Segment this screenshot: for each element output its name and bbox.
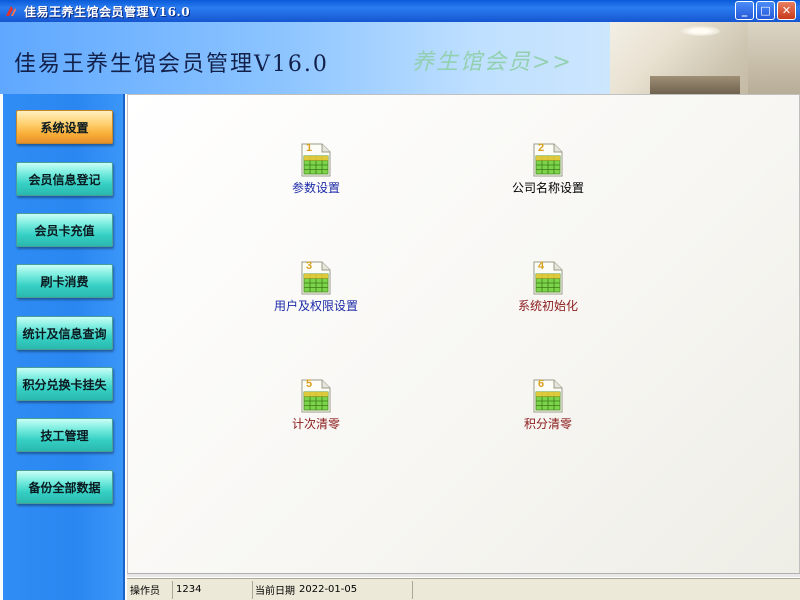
date-label: 当前日期 [255,586,295,597]
nav-member-register-button[interactable]: 会员信息登记 [16,162,113,196]
tile-number: 4 [538,260,545,272]
company-name-settings-tile[interactable]: 2 公司名称设置 [478,142,618,196]
nav-points-loss-button[interactable]: 积分兑换卡挂失 [16,367,113,401]
spreadsheet-icon: 4 [533,260,563,295]
user-permissions-settings-tile[interactable]: 3 用户及权限设置 [246,260,386,314]
tile-label: 公司名称设置 [511,181,584,195]
tile-label: 参数设置 [291,181,340,195]
points-reset-tile[interactable]: 6 积分清零 [478,378,618,432]
tile-number: 2 [538,142,545,154]
tile-label: 用户及权限设置 [273,299,358,313]
maximize-button[interactable]: □ [756,1,775,20]
system-initialize-tile[interactable]: 4 系统初始化 [478,260,618,314]
minimize-button[interactable]: _ [735,1,754,20]
close-button[interactable]: ✕ [777,1,796,20]
app-logo-icon [4,4,18,18]
tile-label: 系统初始化 [517,299,578,313]
operator-value: 1234 [173,580,253,599]
spa-room-photo [610,22,800,94]
tile-label: 积分清零 [523,417,572,431]
tile-number: 5 [306,378,313,390]
nav-card-consume-button[interactable]: 刷卡消费 [16,264,113,298]
nav-technician-button[interactable]: 技工管理 [16,418,113,452]
nav-statistics-query-button[interactable]: 统计及信息查询 [16,316,113,350]
status-bar: 操作员 1234 当前日期 2022-01-05 [127,578,800,600]
nav-card-recharge-button[interactable]: 会员卡充值 [16,213,113,247]
spreadsheet-icon: 2 [533,142,563,177]
banner-slogan: 养生馆会员>> [412,50,573,75]
count-reset-tile[interactable]: 5 计次清零 [246,378,386,432]
date-value: 2022-01-05 [299,584,358,595]
spreadsheet-icon: 5 [301,378,331,413]
header-banner: 佳易王养生馆会员管理V16.0 养生馆会员>> [0,22,800,94]
spreadsheet-icon: 3 [301,260,331,295]
operator-label: 操作员 [127,580,173,599]
tile-number: 1 [306,142,313,154]
title-bar: 佳易王养生馆会员管理V16.0 _ □ ✕ [0,0,800,22]
sidebar-nav: 系统设置 会员信息登记 会员卡充值 刷卡消费 统计及信息查询 积分兑换卡挂失 技… [3,94,125,600]
horizontal-scrollbar[interactable] [127,573,800,577]
spreadsheet-icon: 6 [533,378,563,413]
window-title: 佳易王养生馆会员管理V16.0 [24,4,191,19]
spreadsheet-icon: 1 [301,142,331,177]
main-panel: 1 参数设置 2 公司名称设置 3 用户及权限设置 4 系统初始化 5 计次清零 6 积分清零 [127,94,800,575]
tile-number: 3 [306,260,313,272]
tile-label: 计次清零 [291,417,340,431]
tile-number: 6 [538,378,545,390]
status-empty [413,581,800,599]
parameter-settings-tile[interactable]: 1 参数设置 [246,142,386,196]
app-title: 佳易王养生馆会员管理V16.0 [14,52,329,77]
nav-backup-data-button[interactable]: 备份全部数据 [16,470,113,504]
nav-system-settings-button[interactable]: 系统设置 [16,110,113,144]
